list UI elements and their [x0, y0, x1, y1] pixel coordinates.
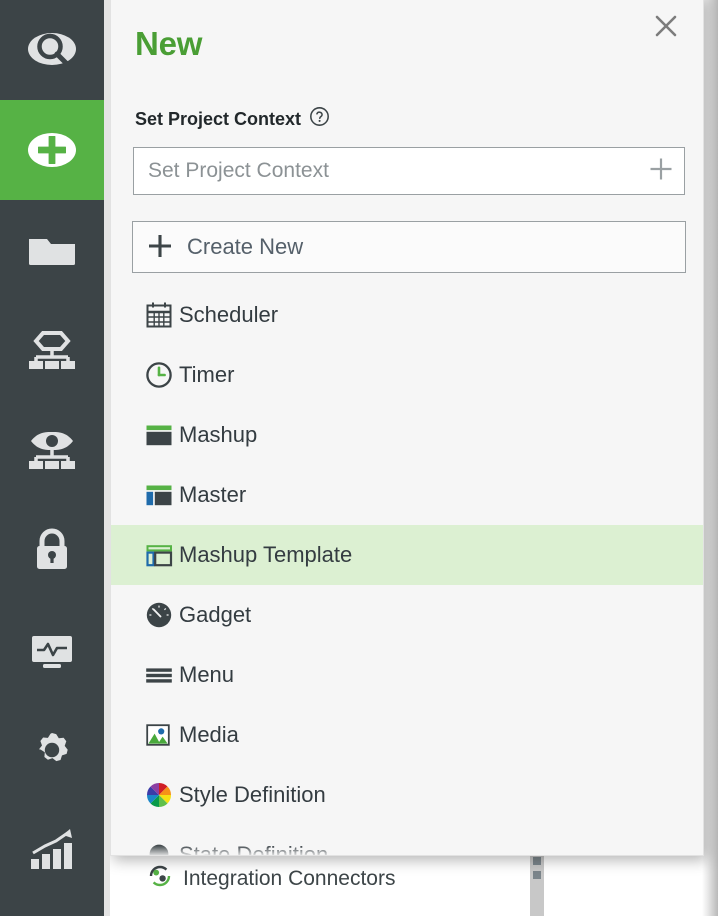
project-context-label: Set Project Context [135, 109, 301, 130]
project-context-input[interactable]: Set Project Context [134, 159, 638, 183]
sidebar-item-modeling[interactable] [0, 300, 104, 400]
clock-icon [145, 360, 179, 390]
list-item-gadget[interactable]: Gadget [111, 585, 703, 645]
list-item-media[interactable]: Media [111, 705, 703, 765]
scrollbar-thumb-mark [533, 871, 541, 879]
monitor-pulse-icon [25, 623, 79, 677]
master-icon [145, 480, 179, 510]
entity-type-list: Scheduler Timer [111, 285, 703, 856]
sidebar-item-monitoring[interactable] [0, 400, 104, 500]
window-scrollbar[interactable] [702, 0, 718, 916]
sidebar-item-security[interactable] [0, 500, 104, 600]
image-icon [145, 720, 179, 750]
primary-sidebar [0, 0, 104, 916]
add-context-button[interactable] [638, 156, 684, 187]
folder-icon [25, 223, 79, 277]
list-item-menu[interactable]: Menu [111, 645, 703, 705]
list-item-label: Master [179, 482, 246, 508]
list-item-label: Timer [179, 362, 234, 388]
menu-lines-icon [145, 660, 179, 690]
scrollbar-thumb-mark [533, 857, 541, 865]
connectors-icon [146, 862, 174, 896]
list-item-master[interactable]: Master [111, 465, 703, 525]
state-icon [145, 840, 179, 856]
calendar-icon [145, 300, 179, 330]
mashup-icon [145, 420, 179, 450]
new-entity-panel: New Set Project Context Set Project Cont… [110, 0, 704, 856]
create-new-label: Create New [187, 234, 303, 260]
gear-icon [25, 723, 79, 777]
plus-icon [133, 233, 187, 262]
help-circle-icon[interactable] [309, 106, 330, 132]
sidebar-item-status[interactable] [0, 600, 104, 700]
list-item-label: Menu [179, 662, 234, 688]
sidebar-item-browse[interactable] [0, 200, 104, 300]
bar-chart-icon [25, 823, 79, 877]
sidebar-divider [104, 0, 110, 916]
gauge-icon [145, 600, 179, 630]
sidebar-item-new[interactable] [0, 100, 104, 200]
background-list-item-label: Integration Connectors [183, 867, 395, 891]
plus-circle-icon [25, 123, 79, 177]
panel-title: New [135, 25, 202, 63]
eye-tree-icon [25, 423, 79, 477]
sidebar-item-analytics[interactable] [0, 800, 104, 900]
project-context-field[interactable]: Set Project Context [133, 147, 685, 195]
plus-icon [648, 156, 674, 187]
list-item-timer[interactable]: Timer [111, 345, 703, 405]
list-item-label: Style Definition [179, 782, 326, 808]
close-icon [654, 14, 678, 43]
background-list-item[interactable]: Integration Connectors [146, 862, 395, 896]
sidebar-item-search[interactable] [0, 0, 104, 100]
mashup-template-icon [145, 540, 179, 570]
sidebar-item-settings[interactable] [0, 700, 104, 800]
search-icon [25, 23, 79, 77]
close-button[interactable] [649, 11, 683, 45]
list-item-style-definition[interactable]: Style Definition [111, 765, 703, 825]
list-item-label: Scheduler [179, 302, 278, 328]
list-item-scheduler[interactable]: Scheduler [111, 285, 703, 345]
list-item-mashup-template[interactable]: Mashup Template [111, 525, 703, 585]
color-wheel-icon [145, 780, 179, 810]
list-item-mashup[interactable]: Mashup [111, 405, 703, 465]
hexagon-tree-icon [25, 323, 79, 377]
app-root: Integration Connectors [0, 0, 718, 916]
project-context-label-row: Set Project Context [135, 106, 330, 132]
list-item-label: Mashup [179, 422, 257, 448]
list-item-label: Media [179, 722, 239, 748]
create-new-button[interactable]: Create New [132, 221, 686, 273]
list-item-label: Gadget [179, 602, 251, 628]
list-item-label: State Definition [179, 842, 328, 856]
lock-icon [25, 523, 79, 577]
list-item-label: Mashup Template [179, 542, 352, 568]
list-item-state-definition[interactable]: State Definition [111, 825, 703, 856]
content-scrollbar[interactable] [530, 853, 544, 916]
